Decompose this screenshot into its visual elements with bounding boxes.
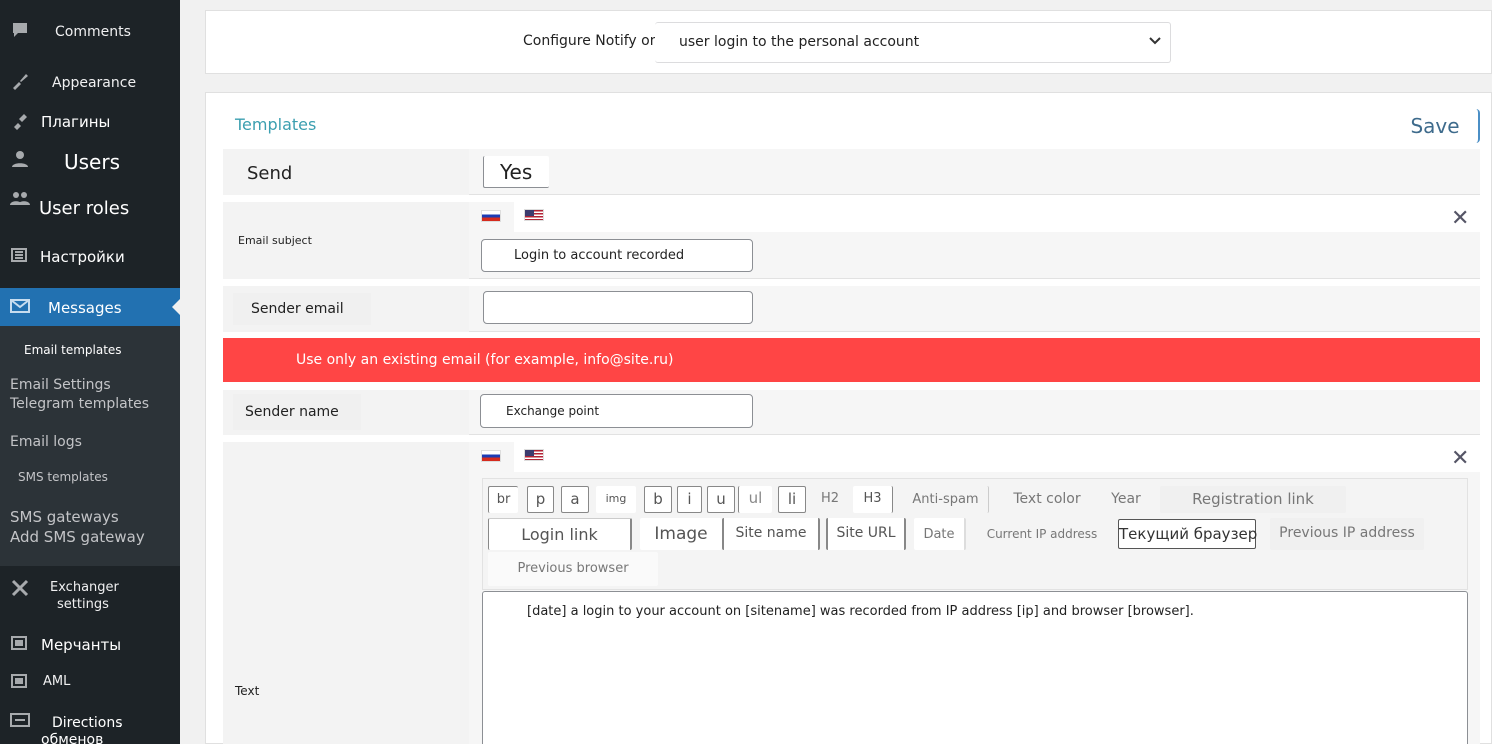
current-browser-button[interactable]: Текущий браузер [1118, 519, 1257, 549]
submenu-telegram-templates[interactable]: Telegram templates [10, 396, 149, 412]
previous-browser-button[interactable]: Previous browser [488, 552, 658, 586]
flag-us-icon[interactable] [524, 209, 544, 221]
login-link-button[interactable]: Login link [488, 518, 632, 550]
settings-icon [10, 246, 30, 266]
text-row-label [223, 442, 469, 744]
tag-u-button[interactable]: u [707, 486, 735, 513]
send-select[interactable]: Yes [483, 156, 549, 188]
sidebar-item-aml[interactable]: AML [0, 668, 180, 696]
flag-ru-icon[interactable] [481, 450, 501, 462]
sender-name-input[interactable]: Exchange point [480, 394, 753, 428]
tag-p-button[interactable]: p [527, 486, 554, 513]
current-ip-button[interactable]: Current IP address [976, 518, 1108, 550]
configure-label: Configure Notify on [523, 33, 659, 49]
notify-event-select[interactable]: user login to the personal account [655, 22, 1171, 63]
sidebar-item-settings[interactable]: Настройки [0, 242, 180, 272]
language-tabs-bar [514, 442, 1480, 472]
sidebar-item-users[interactable]: Users [0, 145, 180, 177]
sidebar-item-label: settings [57, 597, 109, 612]
send-label: Send [247, 163, 293, 184]
sidebar-item-label: User roles [39, 198, 130, 219]
sidebar-item-label: Exchanger [50, 580, 119, 595]
text-color-button[interactable]: Text color [1000, 486, 1094, 513]
chevron-down-icon [1149, 37, 1161, 45]
submenu-sms-templates[interactable]: SMS templates [18, 470, 108, 484]
tag-h3-button[interactable]: H3 [853, 486, 893, 513]
sidebar-item-label: Мерчанты [41, 636, 122, 654]
email-subject-label: Email subject [238, 234, 312, 247]
sidebar-item-label: AML [43, 674, 71, 689]
sidebar-item-label: Comments [55, 24, 131, 40]
submenu-add-sms-gateway[interactable]: Add SMS gateway [10, 528, 145, 546]
arrows-icon [10, 712, 30, 732]
templates-title: Templates [235, 115, 317, 134]
tag-ul-button[interactable]: ul [738, 486, 772, 513]
save-button[interactable]: Save [1392, 109, 1480, 143]
card-icon [10, 672, 30, 692]
date-button[interactable]: Date [914, 518, 966, 550]
flag-us-icon[interactable] [524, 449, 544, 461]
year-button[interactable]: Year [1100, 486, 1152, 513]
mail-icon [10, 298, 30, 318]
sidebar-item-appearance[interactable]: Appearance [0, 68, 180, 98]
image-button[interactable]: Image [640, 518, 722, 550]
anti-spam-button[interactable]: Anti-spam [903, 486, 989, 513]
submenu-sms-gateways[interactable]: SMS gateways [10, 508, 119, 526]
sidebar-item-plugins[interactable]: Плагины [0, 108, 180, 136]
registration-link-button[interactable]: Registration link [1160, 486, 1346, 513]
tag-h2-button[interactable]: H2 [812, 486, 848, 513]
sidebar-item-exchanger-settings[interactable]: Exchanger settings [0, 572, 180, 618]
tag-a-button[interactable]: a [561, 486, 589, 513]
tag-li-button[interactable]: li [778, 486, 806, 513]
close-icon[interactable]: ✕ [1451, 206, 1469, 231]
sidebar-item-user-roles[interactable]: User roles [0, 190, 180, 224]
submenu-email-settings[interactable]: Email Settings [10, 377, 111, 393]
sidebar-item-label: обменов [41, 732, 104, 744]
comment-icon [10, 21, 30, 41]
tag-img-button[interactable]: img [596, 486, 636, 513]
send-row-value [469, 149, 1480, 195]
admin-sidebar: Comments Appearance Плагины Users User r… [0, 0, 180, 744]
sidebar-item-label: Appearance [52, 75, 137, 91]
tools-icon [10, 578, 30, 598]
sidebar-item-label: Плагины [41, 113, 111, 131]
sidebar-item-directions[interactable]: Directions . обменов [0, 708, 180, 744]
site-url-button[interactable]: Site URL [826, 518, 906, 550]
active-indicator [172, 299, 180, 315]
card-icon [10, 634, 30, 654]
users-icon [10, 190, 30, 210]
template-text-value: [date] a login to your account on [siten… [527, 604, 1194, 619]
notify-event-value: user login to the personal account [679, 34, 920, 50]
submenu-email-logs[interactable]: Email logs [10, 434, 82, 450]
sidebar-item-label: Users [64, 150, 121, 174]
brush-icon [10, 71, 30, 91]
sidebar-item-label: Настройки [40, 248, 125, 266]
sidebar-item-label: Directions [52, 715, 123, 731]
submenu-email-templates[interactable]: Email templates [24, 343, 122, 357]
text-label: Text [235, 684, 260, 698]
sidebar-item-merchants[interactable]: Мерчанты [0, 630, 180, 658]
plugin-icon [10, 111, 30, 131]
tag-br-button[interactable]: br [488, 486, 518, 513]
sender-email-input[interactable] [483, 291, 753, 324]
sender-name-label: Sender name [245, 404, 339, 420]
sidebar-item-label: Messages [48, 299, 122, 317]
close-icon[interactable]: ✕ [1451, 446, 1469, 471]
sender-email-label: Sender email [251, 301, 344, 317]
tag-b-button[interactable]: b [644, 486, 672, 513]
flag-ru-icon[interactable] [481, 210, 501, 222]
user-icon [10, 150, 30, 170]
tag-i-button[interactable]: i [677, 486, 702, 513]
email-subject-input[interactable]: Login to account recorded [481, 239, 753, 272]
site-name-button[interactable]: Site name [722, 518, 820, 550]
sidebar-item-comments[interactable]: Comments [0, 18, 180, 46]
sidebar-item-label: . [118, 715, 123, 731]
language-tabs-bar [514, 202, 1480, 232]
warning-text: Use only an existing email (for example,… [296, 352, 674, 368]
previous-ip-button[interactable]: Previous IP address [1270, 518, 1424, 550]
